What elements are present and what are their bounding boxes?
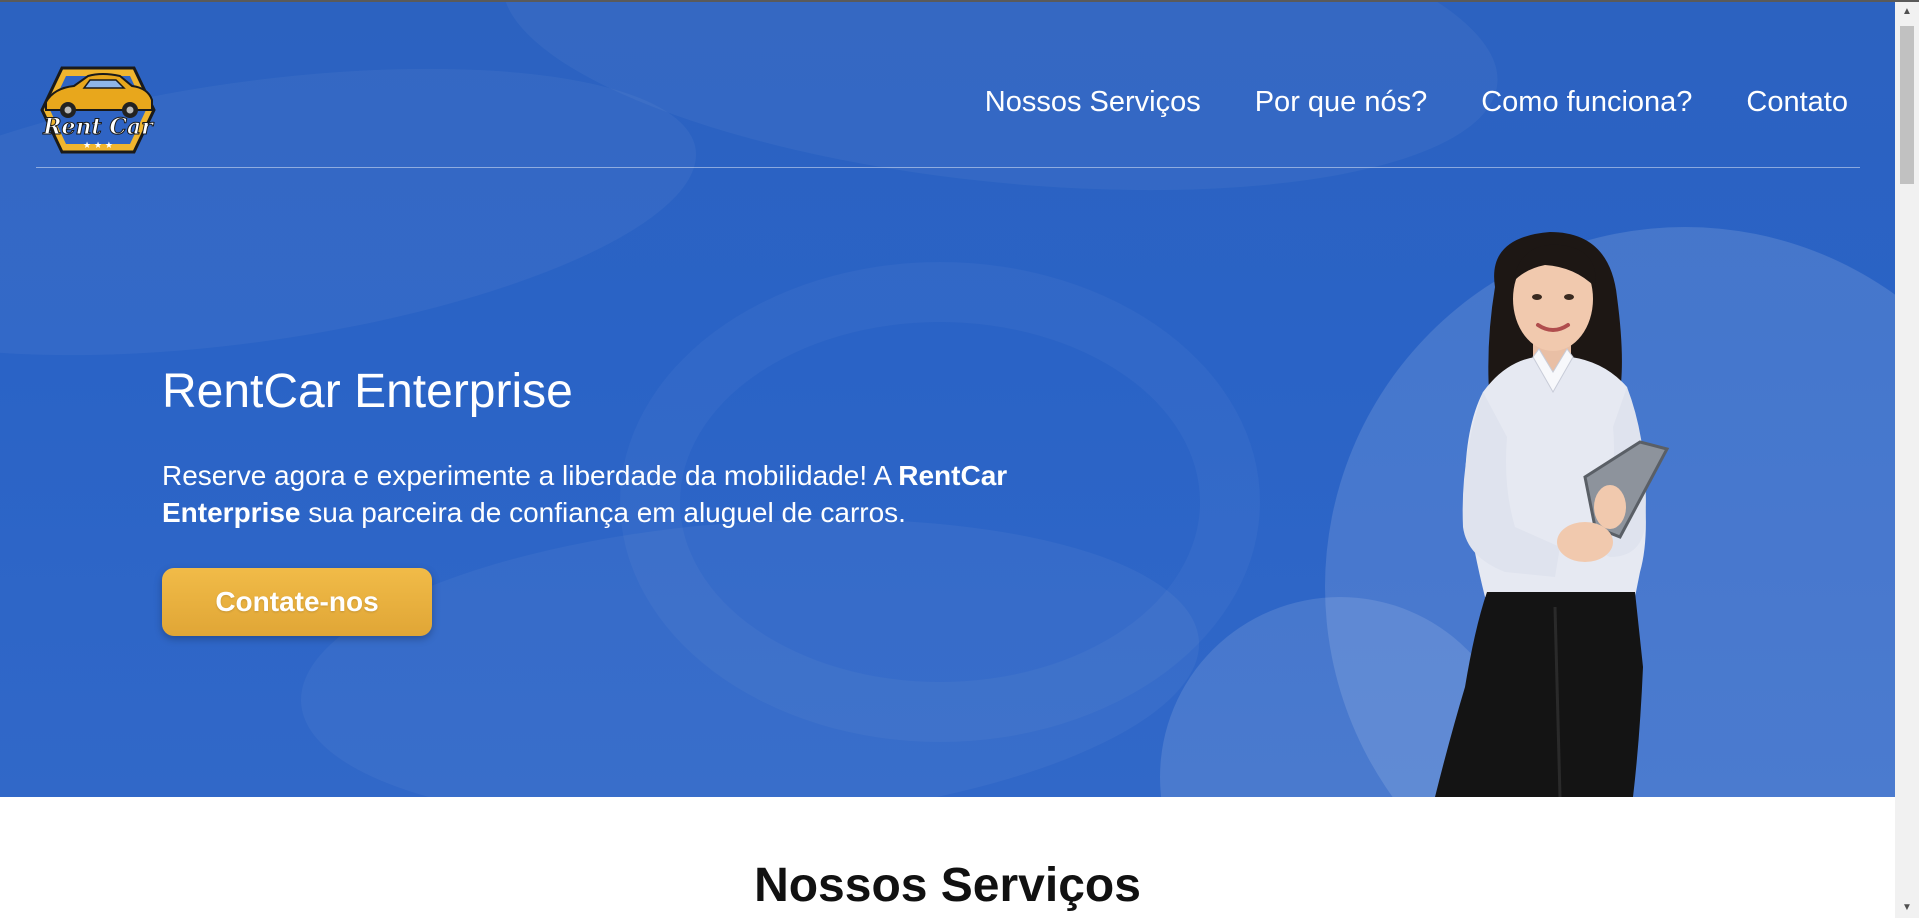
hero-section: Rent Car ★ ★ ★ Nossos Serviços Por que n… — [0, 2, 1895, 797]
hero-text-part1: Reserve agora e experimente a liberdade … — [162, 460, 899, 491]
services-section-title: Nossos Serviços — [754, 859, 1141, 912]
svg-text:Rent Car: Rent Car — [42, 114, 154, 140]
hero-text-part2: sua parceira de confiança em aluguel de … — [300, 497, 906, 528]
site-header: Rent Car ★ ★ ★ Nossos Serviços Por que n… — [36, 2, 1860, 168]
main-nav: Nossos Serviços Por que nós? Como funcio… — [985, 86, 1848, 119]
contact-us-button[interactable]: Contate-nos — [162, 568, 432, 636]
businesswoman-image — [1435, 232, 1670, 797]
vertical-scrollbar[interactable]: ▲ ▼ — [1895, 2, 1919, 918]
arrow-up-icon[interactable]: ▲ — [1895, 2, 1919, 22]
hero-description: Reserve agora e experimente a liberdade … — [162, 457, 1092, 531]
window-top-border — [0, 0, 1919, 2]
car-logo-icon[interactable]: Rent Car ★ ★ ★ — [40, 62, 156, 158]
hero-title: RentCar Enterprise — [162, 365, 573, 418]
nav-link-contato[interactable]: Contato — [1746, 86, 1848, 119]
svg-text:★ ★ ★: ★ ★ ★ — [83, 141, 113, 151]
page: Rent Car ★ ★ ★ Nossos Serviços Por que n… — [0, 0, 1919, 918]
scrollbar-thumb[interactable] — [1900, 26, 1914, 184]
nav-link-por-que-nos[interactable]: Por que nós? — [1255, 86, 1428, 119]
arrow-down-icon[interactable]: ▼ — [1895, 898, 1919, 918]
nav-link-servicos[interactable]: Nossos Serviços — [985, 86, 1201, 119]
nav-link-como-funciona[interactable]: Como funciona? — [1481, 86, 1692, 119]
